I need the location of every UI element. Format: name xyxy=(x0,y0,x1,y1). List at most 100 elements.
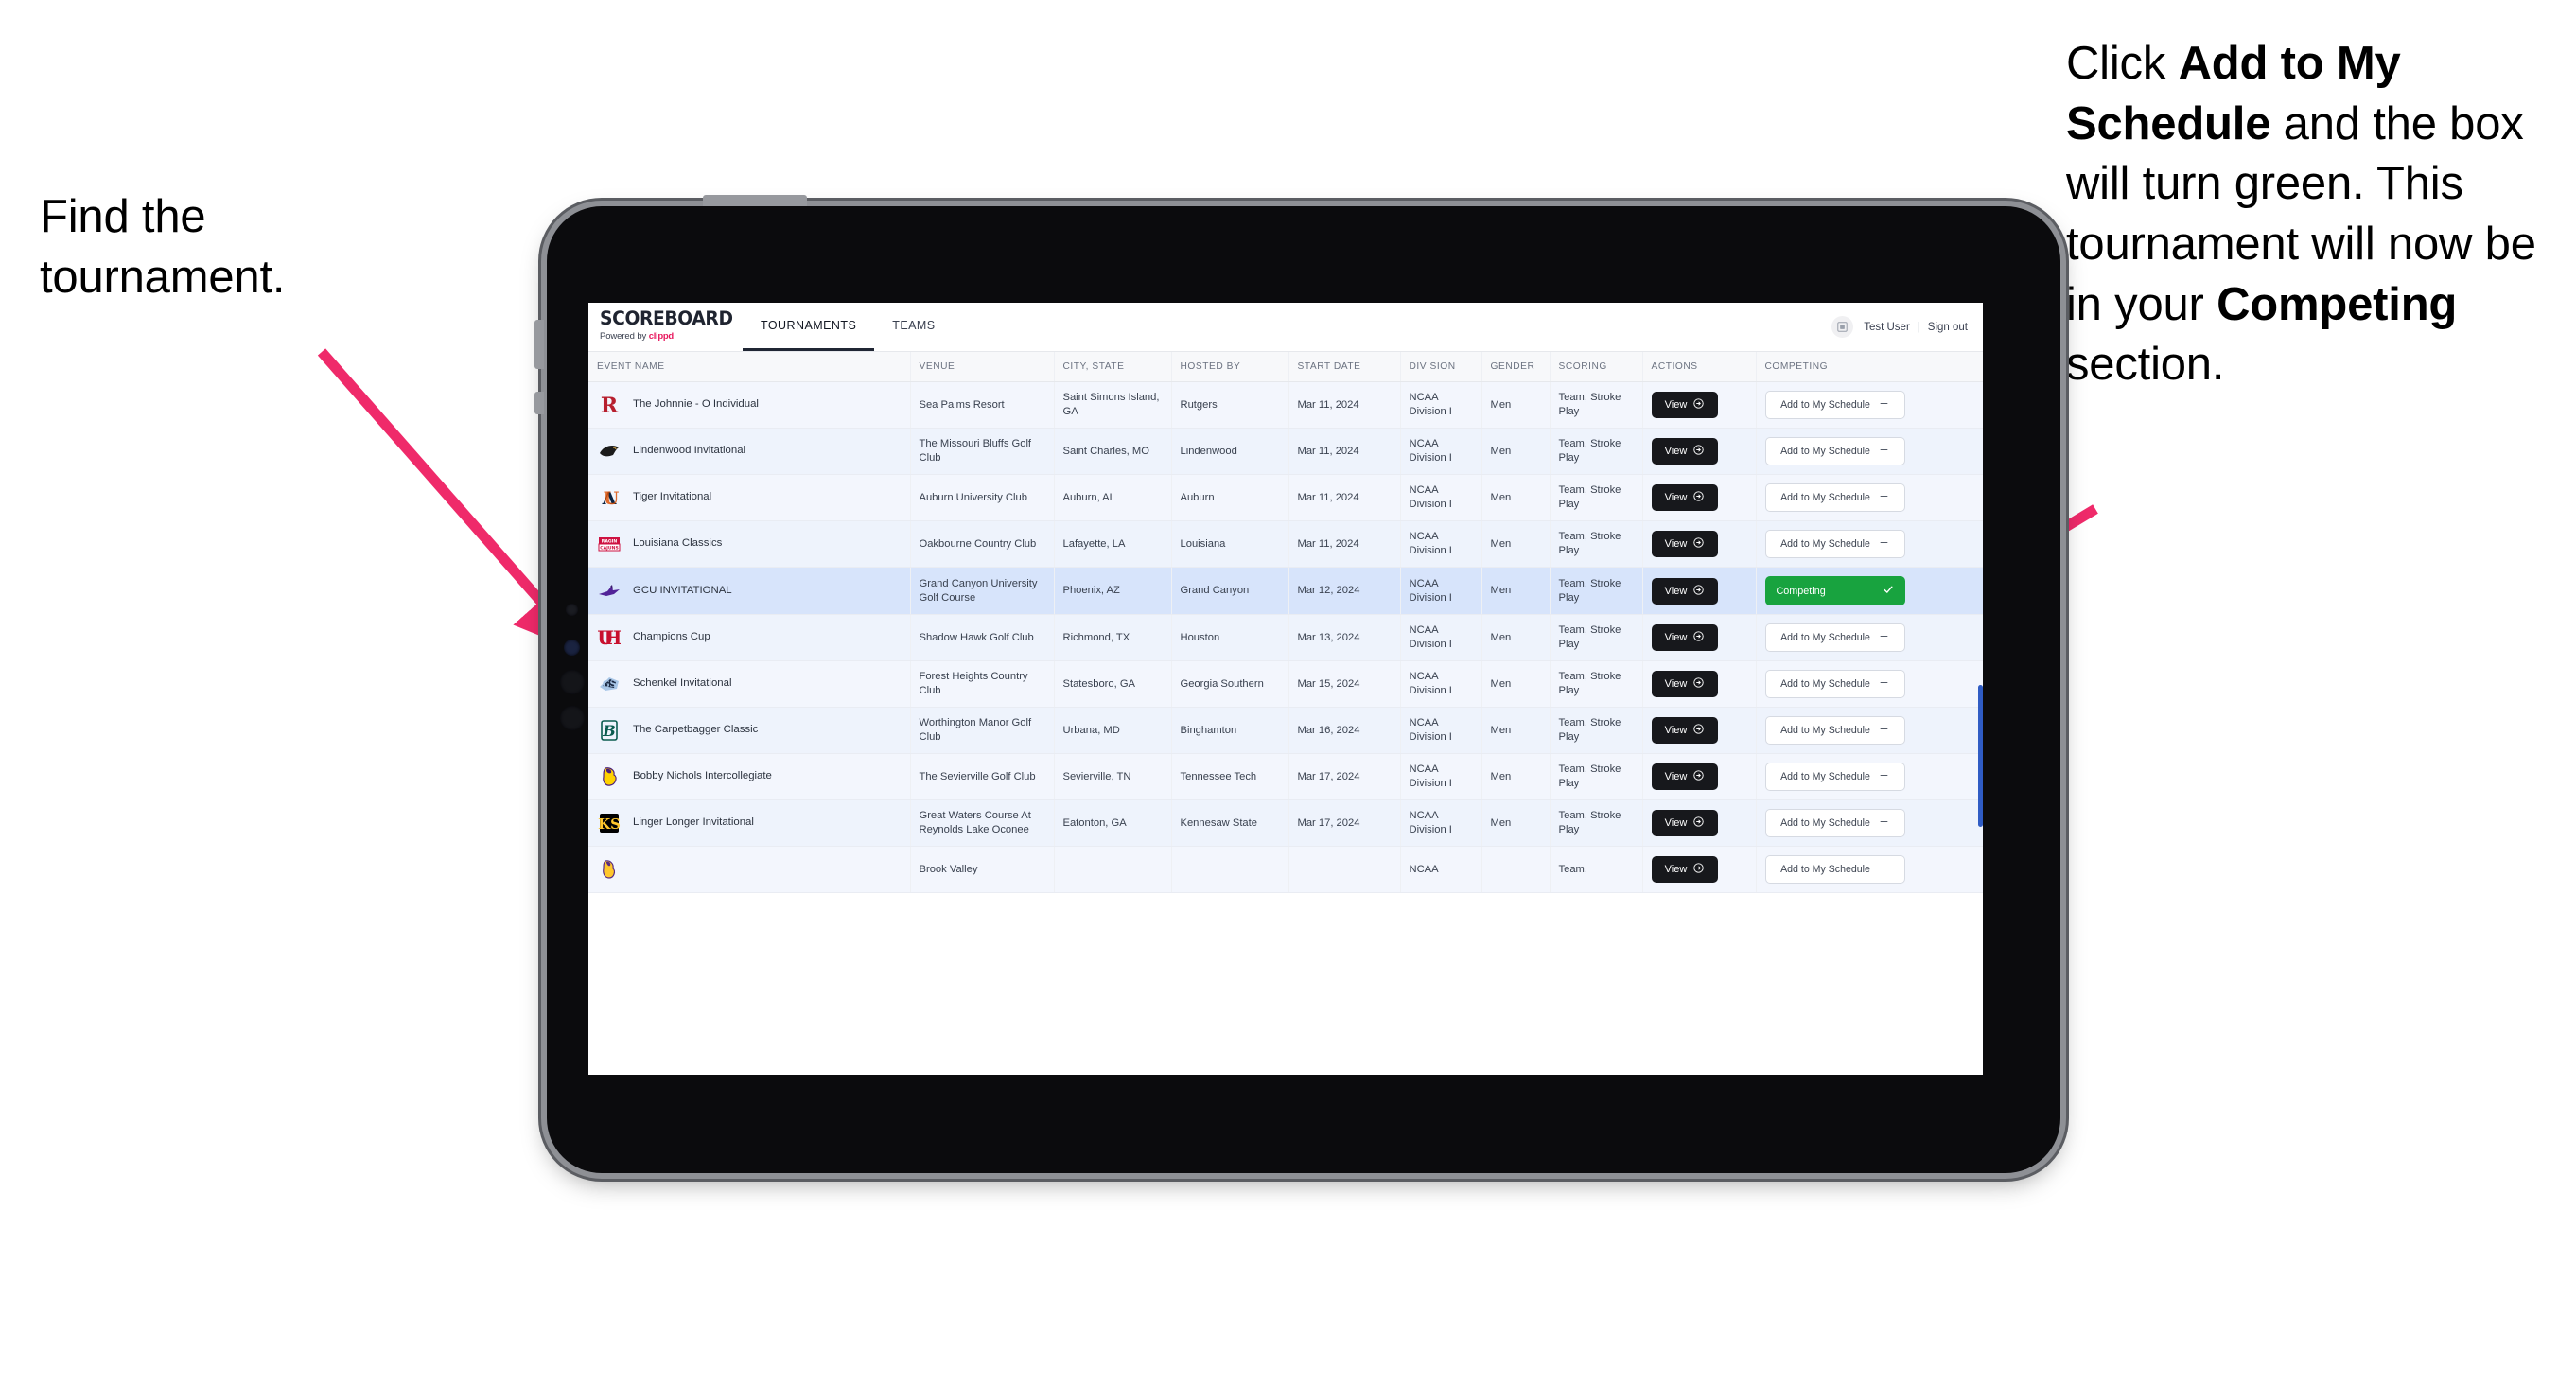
table-row[interactable]: R The Johnnie - O Individual Sea Palms Res… xyxy=(588,381,1983,429)
cell-actions: View xyxy=(1642,474,1757,521)
view-button[interactable]: View xyxy=(1651,717,1718,744)
view-button[interactable]: View xyxy=(1651,856,1718,883)
col-scoring[interactable]: SCORING xyxy=(1550,352,1643,382)
add-to-my-schedule-button[interactable]: Add to My Schedule xyxy=(1764,391,1905,419)
annotation-right-seg3: section. xyxy=(2066,339,2225,391)
arrow-circle-right-icon xyxy=(1693,724,1705,737)
cell-actions: View xyxy=(1642,753,1757,800)
table-row[interactable]: Lindenwood Invitational The Missouri Bluf… xyxy=(588,428,1983,475)
annotation-right-bold2: Competing xyxy=(2217,278,2458,330)
table-row[interactable]: GCU INVITATIONAL Grand Canyon University … xyxy=(588,567,1983,615)
svg-text:U: U xyxy=(603,488,619,509)
grand-canyon-logo xyxy=(597,579,621,603)
cell-scoring: Team, Stroke Play xyxy=(1550,381,1643,429)
view-button[interactable]: View xyxy=(1651,763,1718,790)
view-button[interactable]: View xyxy=(1651,531,1718,557)
cell-competing: Add to My Schedule xyxy=(1756,753,1983,800)
col-hosted-by[interactable]: HOSTED BY xyxy=(1171,352,1289,382)
view-button-label: View xyxy=(1664,399,1688,411)
view-button[interactable]: View xyxy=(1651,624,1718,651)
table-row[interactable]: RAGIN CAJUNS Louisiana Classics Oakbourne C… xyxy=(588,520,1983,568)
competing-button-label: Competing xyxy=(1776,585,1826,597)
cell-division: NCAA Division I xyxy=(1400,799,1482,847)
cell-event-name: A U Tiger Invitational xyxy=(588,474,911,521)
table-row[interactable]: Bobby Nichols Intercollegiate The Sevierv… xyxy=(588,753,1983,800)
cell-event-name: RAGIN CAJUNS Louisiana Classics xyxy=(588,520,911,568)
col-event-name[interactable]: EVENT NAME xyxy=(588,352,911,382)
col-venue[interactable]: VENUE xyxy=(910,352,1055,382)
power-button[interactable] xyxy=(534,392,544,414)
cell-scoring: Team, Stroke Play xyxy=(1550,567,1643,615)
cell-start-date: Mar 11, 2024 xyxy=(1288,381,1401,429)
tab-tournaments[interactable]: TOURNAMENTS xyxy=(743,303,875,351)
col-gender[interactable]: GENDER xyxy=(1481,352,1551,382)
add-to-my-schedule-button[interactable]: Add to My Schedule xyxy=(1764,483,1905,512)
cell-competing: Add to My Schedule xyxy=(1756,614,1983,661)
col-start-date[interactable]: START DATE xyxy=(1288,352,1401,382)
competing-button[interactable]: Competing xyxy=(1764,576,1905,605)
table-row[interactable]: U H Champions Cup Shadow Hawk Golf Club Rich… xyxy=(588,614,1983,661)
add-to-my-schedule-label: Add to My Schedule xyxy=(1780,538,1870,550)
add-to-my-schedule-button[interactable]: Add to My Schedule xyxy=(1764,763,1905,791)
table-row[interactable]: B The Carpetbagger Classic Worthington Man… xyxy=(588,707,1983,754)
plus-icon xyxy=(1879,677,1889,691)
view-button-label: View xyxy=(1664,538,1688,550)
add-to-my-schedule-label: Add to My Schedule xyxy=(1780,446,1870,457)
add-to-my-schedule-label: Add to My Schedule xyxy=(1780,632,1870,643)
cell-division: NCAA Division I xyxy=(1400,520,1482,568)
event-name-text: Champions Cup xyxy=(633,631,710,643)
add-to-my-schedule-button[interactable]: Add to My Schedule xyxy=(1764,530,1905,558)
add-to-my-schedule-button[interactable]: Add to My Schedule xyxy=(1764,716,1905,745)
add-to-my-schedule-button[interactable]: Add to My Schedule xyxy=(1764,623,1905,652)
houston-logo: UH xyxy=(597,626,621,650)
brand-logo[interactable]: SCOREBOARD Powered by clippd xyxy=(588,303,733,351)
annotation-left: Find the tournament. xyxy=(40,187,447,307)
cell-start-date: Mar 11, 2024 xyxy=(1288,520,1401,568)
cell-city-state: Saint Charles, MO xyxy=(1054,428,1172,475)
view-button[interactable]: View xyxy=(1651,810,1718,836)
cell-hosted-by: Houston xyxy=(1171,614,1289,661)
view-button[interactable]: View xyxy=(1651,484,1718,511)
table-row[interactable]: KS Linger Longer Invitational Great Waters… xyxy=(588,799,1983,847)
arrow-circle-right-icon xyxy=(1693,816,1705,830)
view-button-label: View xyxy=(1664,678,1688,690)
view-button[interactable]: View xyxy=(1651,392,1718,418)
cell-scoring: Team, Stroke Play xyxy=(1550,753,1643,800)
view-button[interactable]: View xyxy=(1651,438,1718,465)
binghamton-logo: B xyxy=(597,719,621,743)
plus-icon xyxy=(1879,398,1889,412)
view-button[interactable]: View xyxy=(1651,671,1718,697)
user-avatar-icon[interactable] xyxy=(1831,316,1854,338)
cell-event-name xyxy=(588,846,911,893)
georgia-southern-logo: GS xyxy=(597,673,621,696)
col-division[interactable]: DIVISION xyxy=(1400,352,1482,382)
scrollbar-thumb[interactable] xyxy=(1978,685,1983,827)
cell-city-state: Eatonton, GA xyxy=(1054,799,1172,847)
tab-teams[interactable]: TEAMS xyxy=(874,303,953,351)
add-to-my-schedule-button[interactable]: Add to My Schedule xyxy=(1764,809,1905,837)
table-row[interactable]: GS Schenkel Invitational Forest Heights Co… xyxy=(588,660,1983,708)
cell-event-name: U H Champions Cup xyxy=(588,614,911,661)
arrow-circle-right-icon xyxy=(1693,491,1705,504)
cell-competing: Add to My Schedule xyxy=(1756,381,1983,429)
sign-out-link[interactable]: Sign out xyxy=(1928,322,1968,333)
cell-gender: Men xyxy=(1481,753,1551,800)
vertical-scrollbar[interactable] xyxy=(1978,401,1983,1075)
cell-start-date: Mar 12, 2024 xyxy=(1288,567,1401,615)
add-to-my-schedule-button[interactable]: Add to My Schedule xyxy=(1764,855,1905,884)
col-city-state[interactable]: CITY, STATE xyxy=(1054,352,1172,382)
cell-gender: Men xyxy=(1481,660,1551,708)
cell-scoring: Team, Stroke Play xyxy=(1550,614,1643,661)
volume-button[interactable] xyxy=(534,320,544,369)
arrow-circle-right-icon xyxy=(1693,445,1705,458)
add-to-my-schedule-button[interactable]: Add to My Schedule xyxy=(1764,437,1905,465)
add-to-my-schedule-button[interactable]: Add to My Schedule xyxy=(1764,670,1905,698)
cell-hosted-by xyxy=(1171,846,1289,893)
view-button-label: View xyxy=(1664,725,1688,736)
svg-text:R: R xyxy=(600,394,618,416)
view-button[interactable]: View xyxy=(1651,577,1718,605)
tournaments-table-container[interactable]: EVENT NAME VENUE CITY, STATE HOSTED BY S… xyxy=(588,352,1983,1075)
table-row[interactable]: Brook Valley NCAA Team, View Add to My Sched… xyxy=(588,846,1983,893)
cell-city-state: Urbana, MD xyxy=(1054,707,1172,754)
table-row[interactable]: A U Tiger Invitational Auburn University Cl… xyxy=(588,474,1983,521)
